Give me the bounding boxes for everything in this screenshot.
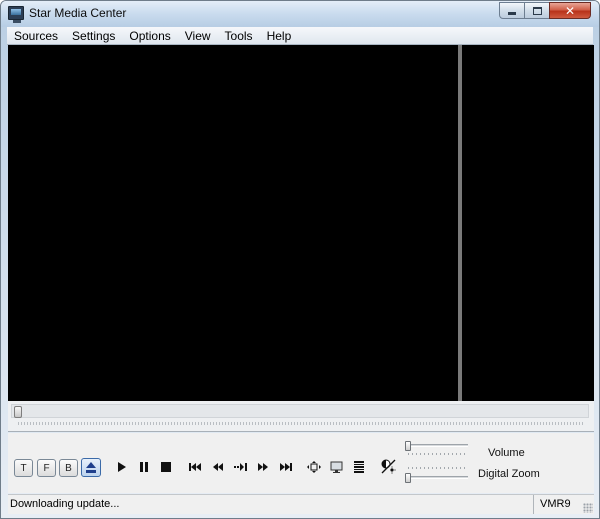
play-icon xyxy=(118,462,126,472)
volume-slider-track[interactable] xyxy=(408,444,468,447)
resize-grip[interactable] xyxy=(583,503,593,513)
title-bar[interactable]: Star Media Center ✕ xyxy=(1,1,599,27)
rewind-button[interactable] xyxy=(210,460,226,474)
seek-bar[interactable] xyxy=(11,404,589,418)
zoom-slider-thumb[interactable] xyxy=(405,473,411,483)
window-title: Star Media Center xyxy=(29,6,127,20)
app-window: Star Media Center ✕ Sources Settings Opt… xyxy=(0,0,600,519)
skip-end-button[interactable] xyxy=(278,460,294,474)
rewind-icon xyxy=(213,463,223,471)
fast-forward-button[interactable] xyxy=(255,460,271,474)
menu-settings[interactable]: Settings xyxy=(65,29,122,43)
menu-options[interactable]: Options xyxy=(122,29,177,43)
monitor-icon xyxy=(330,461,343,473)
move-icon xyxy=(307,461,321,473)
volume-label: Volume xyxy=(488,447,525,459)
close-icon: ✕ xyxy=(564,3,576,18)
app-icon xyxy=(8,6,24,20)
stop-button[interactable] xyxy=(158,460,174,474)
step-forward-icon xyxy=(234,463,247,471)
mode-t-button[interactable]: T xyxy=(14,459,33,477)
status-bar: Downloading update... VMR9 xyxy=(8,494,594,514)
brightness-button[interactable] xyxy=(379,457,397,475)
skip-start-button[interactable] xyxy=(187,460,203,474)
zoom-slider-ticks xyxy=(408,467,468,469)
brightness-icon xyxy=(381,459,396,474)
menu-help[interactable]: Help xyxy=(260,29,299,43)
panel-splitter[interactable] xyxy=(458,45,462,401)
monitor-button[interactable] xyxy=(329,460,345,474)
volume-slider-ticks xyxy=(408,453,468,455)
maximize-icon xyxy=(532,6,542,15)
control-panel: T F B Volume Digital Zoom xyxy=(8,433,594,493)
video-display[interactable] xyxy=(8,45,594,401)
zoom-label: Digital Zoom xyxy=(478,468,540,480)
pause-button[interactable] xyxy=(136,460,152,474)
play-button[interactable] xyxy=(114,460,130,474)
menu-view[interactable]: View xyxy=(178,29,218,43)
menu-sources[interactable]: Sources xyxy=(7,29,65,43)
volume-slider-thumb[interactable] xyxy=(405,441,411,451)
stop-icon xyxy=(161,462,171,472)
seek-area xyxy=(8,401,594,432)
window-controls: ✕ xyxy=(499,2,591,20)
playlist-icon xyxy=(354,461,364,473)
maximize-button[interactable] xyxy=(524,2,550,19)
step-forward-button[interactable] xyxy=(233,460,249,474)
eject-icon xyxy=(86,462,96,468)
eject-button[interactable] xyxy=(81,458,101,477)
seek-ticks xyxy=(18,422,584,425)
minimize-icon xyxy=(508,12,516,15)
move-button[interactable] xyxy=(306,460,322,474)
skip-start-icon xyxy=(189,463,201,471)
playlist-button[interactable] xyxy=(351,460,367,474)
mode-b-button[interactable]: B xyxy=(59,459,78,477)
zoom-slider-track[interactable] xyxy=(408,476,468,479)
close-button[interactable]: ✕ xyxy=(549,2,591,19)
fast-forward-icon xyxy=(258,463,268,471)
app-icon-stand xyxy=(13,20,21,23)
seek-thumb[interactable] xyxy=(14,406,22,418)
minimize-button[interactable] xyxy=(499,2,525,19)
status-message: Downloading update... xyxy=(8,495,534,514)
skip-end-icon xyxy=(280,463,292,471)
menu-bar: Sources Settings Options View Tools Help xyxy=(7,27,593,45)
mode-f-button[interactable]: F xyxy=(37,459,56,477)
eject-icon-bar xyxy=(86,470,96,473)
menu-tools[interactable]: Tools xyxy=(218,29,260,43)
pause-icon xyxy=(140,462,148,472)
